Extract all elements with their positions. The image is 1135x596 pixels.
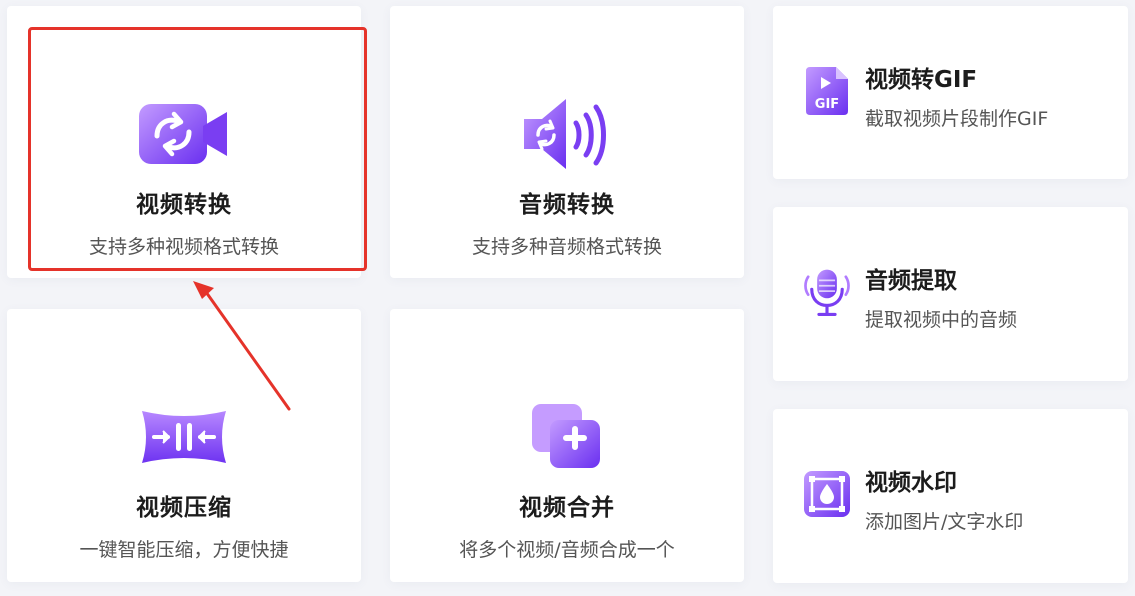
tool-card-audio-convert[interactable]: 音频转换 支持多种音频格式转换 [390,6,744,278]
tool-description: 支持多种视频格式转换 [88,236,279,258]
tool-card-video-watermark[interactable]: 视频水印 添加图片/文字水印 [773,409,1128,583]
tool-description: 支持多种音频格式转换 [471,236,662,258]
watermark-icon [801,466,853,522]
tool-card-video-convert[interactable]: 视频转换 支持多种视频格式转换 [7,6,361,278]
tool-title: 视频合并 [519,495,615,521]
audio-convert-icon [520,93,614,175]
video-convert-icon [137,93,231,175]
tool-title: 音频转换 [519,192,615,218]
tool-card-video-to-gif[interactable]: GIF 视频转GIF 截取视频片段制作GIF [773,6,1128,179]
tool-description: 添加图片/文字水印 [865,511,1024,533]
tool-card-video-merge[interactable]: 视频合并 将多个视频/音频合成一个 [390,309,744,582]
svg-text:GIF: GIF [815,97,839,112]
tool-title: 视频水印 [865,470,957,496]
tool-card-video-compress[interactable]: 视频压缩 一键智能压缩，方便快捷 [7,309,361,582]
tool-description: 将多个视频/音频合成一个 [459,539,675,561]
tool-description: 一键智能压缩，方便快捷 [79,539,289,561]
video-merge-icon [520,396,614,478]
tool-title: 音频提取 [865,268,957,294]
tool-description: 截取视频片段制作GIF [865,108,1049,130]
tool-title: 视频转GIF [865,67,978,93]
gif-file-icon: GIF [801,63,853,119]
tool-title: 视频转换 [136,192,232,218]
video-compress-icon [137,396,231,478]
microphone-icon [801,264,853,320]
tool-description: 提取视频中的音频 [865,309,1018,331]
tool-title: 视频压缩 [136,495,232,521]
tool-card-audio-extract[interactable]: 音频提取 提取视频中的音频 [773,207,1128,381]
